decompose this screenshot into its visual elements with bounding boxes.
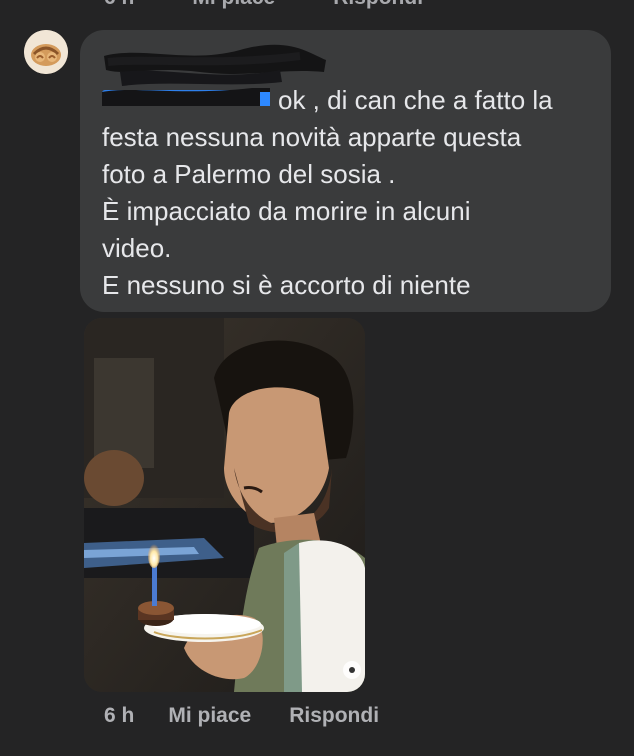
avatar-image — [24, 30, 68, 74]
previous-comment-time: 6 h — [104, 0, 134, 10]
comment-text: ok , di can che a fatto la festa nessuna… — [102, 82, 602, 304]
previous-comment-like-button[interactable]: Mi piace — [192, 0, 275, 10]
attached-photo[interactable] — [84, 318, 365, 692]
comment-line: È impacciato da morire in alcuni — [102, 196, 471, 226]
like-button[interactable]: Mi piace — [168, 704, 251, 728]
comment-thread: 6 h Mi piace Rispondi ok , di can che a … — [0, 0, 634, 756]
comment-line: video. — [102, 233, 172, 263]
reply-button[interactable]: Rispondi — [289, 704, 379, 728]
avatar[interactable] — [24, 30, 68, 74]
previous-comment-actions: 6 h Mi piace Rispondi — [104, 0, 423, 10]
comment-line: festa nessuna novità apparte questa — [102, 122, 522, 152]
comment-line: ok , di can che a fatto la — [278, 85, 553, 115]
comment-actions: 6 h Mi piace Rispondi — [104, 704, 379, 728]
comment-line: foto a Palermo del sosia . — [102, 159, 396, 189]
photo-birthday-cake — [84, 318, 365, 692]
comment-line: E nessuno si è accorto di niente — [102, 270, 471, 300]
previous-comment-reply-button[interactable]: Rispondi — [333, 0, 423, 10]
comment-time: 6 h — [104, 704, 135, 727]
